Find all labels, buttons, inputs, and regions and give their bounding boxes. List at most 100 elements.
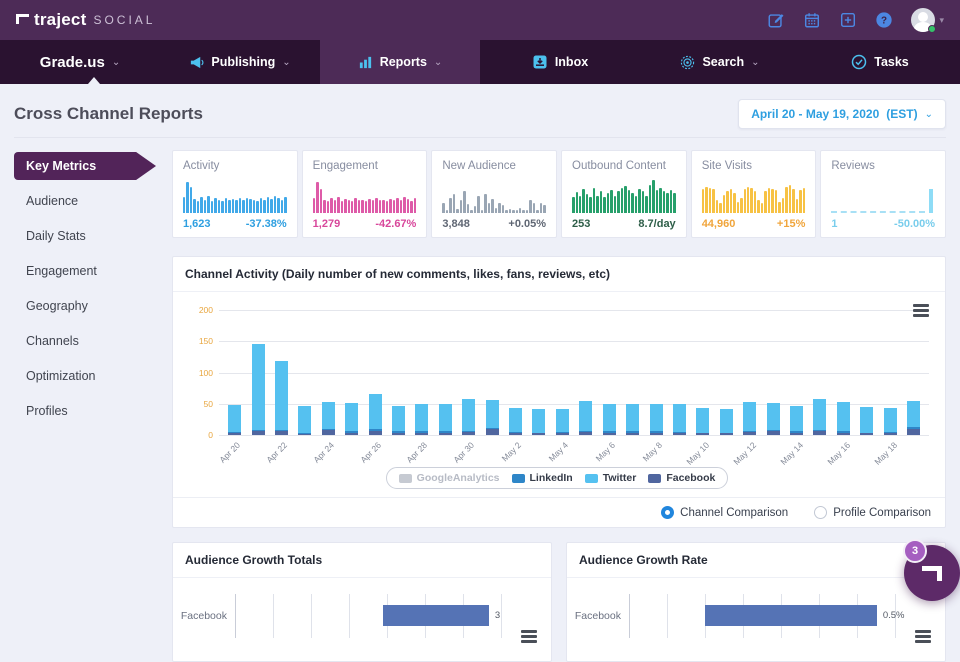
- user-menu[interactable]: ▾: [911, 8, 944, 32]
- spark-bar: [274, 196, 276, 214]
- metric-value: 1: [831, 218, 837, 230]
- nav-item-inbox[interactable]: Inbox: [480, 40, 640, 84]
- segment-facebook: [298, 434, 311, 435]
- segment-twitter: [369, 394, 382, 429]
- spark-bar: [716, 200, 718, 213]
- metric-title: New Audience: [442, 160, 546, 172]
- chart-menu-icon[interactable]: [915, 630, 931, 643]
- spark-bar: [386, 201, 388, 213]
- bars-area: [223, 310, 925, 435]
- sidebar-item-channels[interactable]: Channels: [14, 327, 172, 355]
- nav-item-reports[interactable]: Reports⌄: [320, 40, 480, 84]
- spark-bar: [529, 200, 531, 213]
- spark-bar: [351, 201, 353, 213]
- bar-apr-27: [387, 310, 410, 435]
- spark-bar: [400, 200, 402, 213]
- spark-bar: [522, 210, 524, 214]
- legend-item-facebook[interactable]: Facebook: [648, 472, 715, 484]
- spark-bar: [456, 209, 458, 213]
- help-icon[interactable]: ?: [875, 11, 893, 29]
- segment-facebook: [275, 431, 288, 435]
- metric-value: 44,960: [702, 218, 736, 230]
- metric-delta: -50.00%: [894, 218, 935, 230]
- bar-may-3: [527, 310, 550, 435]
- bar-may-15: [808, 310, 831, 435]
- radio-profile-comparison[interactable]: Profile Comparison: [814, 506, 931, 519]
- sidebar-item-key-metrics[interactable]: Key Metrics: [14, 152, 156, 180]
- add-icon[interactable]: [839, 11, 857, 29]
- check-circle-icon: [851, 54, 867, 70]
- segment-facebook: [556, 433, 569, 436]
- chart-menu-icon[interactable]: [913, 304, 929, 317]
- timezone-text: (EST): [886, 107, 917, 121]
- legend-swatch: [585, 474, 598, 483]
- sidebar-item-audience[interactable]: Audience: [14, 187, 172, 215]
- spark-bar: [782, 198, 784, 213]
- bar-apr-20: [223, 310, 246, 435]
- spark-bar: [768, 188, 770, 213]
- metric-card-engagement[interactable]: Engagement1,279-42.67%: [302, 150, 428, 238]
- nav-item-label: Inbox: [555, 55, 588, 69]
- sidebar-item-daily-stats[interactable]: Daily Stats: [14, 222, 172, 250]
- sidebar-item-profiles[interactable]: Profiles: [14, 397, 172, 425]
- spark-bar: [789, 185, 791, 213]
- bar-apr-24: [317, 310, 340, 435]
- spark-bar: [207, 196, 209, 214]
- metric-card-reviews[interactable]: Reviews1-50.00%: [820, 150, 946, 238]
- bar-may-13: [761, 310, 784, 435]
- nav-item-search[interactable]: Search⌄: [640, 40, 800, 84]
- active-section-caret: [88, 77, 100, 84]
- spark-bar: [361, 200, 363, 213]
- spark-bar: [617, 191, 619, 213]
- bar-apr-26: [363, 310, 386, 435]
- traject-mark-icon: [922, 566, 942, 581]
- spark-bar: [379, 200, 381, 213]
- radio-button[interactable]: [661, 506, 674, 519]
- bar-apr-29: [434, 310, 457, 435]
- legend-item-linkedin[interactable]: LinkedIn: [512, 472, 573, 484]
- nav-item-tasks[interactable]: Tasks: [800, 40, 960, 84]
- nav-item-publishing[interactable]: Publishing⌄: [160, 40, 320, 84]
- spark-bar: [733, 193, 735, 213]
- h-bar: [383, 605, 488, 626]
- calendar-icon[interactable]: [803, 11, 821, 29]
- y-tick-label: 150: [183, 336, 213, 346]
- spark-bar: [372, 200, 374, 213]
- segment-twitter: [837, 402, 850, 431]
- chart-menu-icon[interactable]: [521, 630, 537, 643]
- header-divider: [14, 137, 946, 138]
- compose-icon[interactable]: [767, 11, 785, 29]
- nav-item-grade-us[interactable]: Grade.us⌄: [0, 40, 160, 84]
- bar-apr-28: [410, 310, 433, 435]
- spark-bar: [775, 190, 777, 213]
- segment-twitter: [790, 406, 803, 432]
- metric-card-site-visits[interactable]: Site Visits44,960+15%: [691, 150, 817, 238]
- date-range-selector[interactable]: April 20 - May 19, 2020 (EST) ⌄: [738, 99, 946, 129]
- fab-notification-badge[interactable]: 3: [903, 539, 927, 563]
- segment-facebook: [462, 432, 475, 435]
- segment-twitter: [228, 405, 241, 432]
- radio-button[interactable]: [814, 506, 827, 519]
- segment-facebook: [884, 433, 897, 436]
- svg-text:?: ?: [881, 16, 887, 27]
- bar-may-18: [878, 310, 901, 435]
- bar-row-facebook: Facebook3: [173, 594, 537, 638]
- sidebar-item-engagement[interactable]: Engagement: [14, 257, 172, 285]
- metric-card-outbound-content[interactable]: Outbound Content2538.7/day: [561, 150, 687, 238]
- metric-card-new-audience[interactable]: New Audience3,848+0.05%: [431, 150, 557, 238]
- spark-bar: [495, 208, 497, 213]
- legend-item-googleanalytics[interactable]: GoogleAnalytics: [399, 472, 500, 484]
- segment-facebook: [345, 433, 358, 436]
- segment-twitter: [345, 403, 358, 431]
- sidebar-item-geography[interactable]: Geography: [14, 292, 172, 320]
- legend-item-twitter[interactable]: Twitter: [585, 472, 637, 484]
- bar-row-facebook: Facebook0.5%: [567, 594, 931, 638]
- sidebar-item-optimization[interactable]: Optimization: [14, 362, 172, 390]
- segment-twitter: [603, 404, 616, 432]
- spark-bar: [481, 210, 483, 214]
- brand-logo[interactable]: traject SOCIAL: [16, 10, 155, 30]
- sparkline-activity: [183, 178, 287, 213]
- metric-card-activity[interactable]: Activity1,623-37.38%: [172, 150, 298, 238]
- radio-channel-comparison[interactable]: Channel Comparison: [661, 506, 788, 519]
- brand-suffix: SOCIAL: [93, 13, 155, 27]
